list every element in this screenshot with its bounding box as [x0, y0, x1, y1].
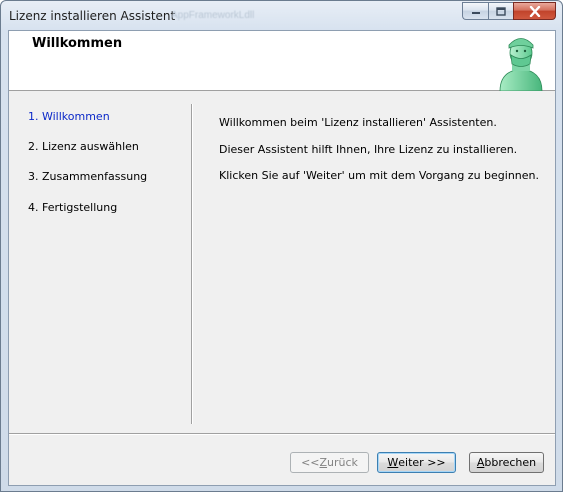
wizard-client-area: Willkommen 1. Willkommen 2. Lizenz auswä…: [8, 30, 556, 486]
title-bar[interactable]: Lizenz installieren Assistent AppFramewo…: [1, 1, 562, 31]
window-title: Lizenz installieren Assistent: [9, 9, 176, 23]
next-button[interactable]: Weiter >>: [377, 452, 456, 473]
step-item-summary: 3. Zusammenfassung: [28, 170, 148, 183]
maximize-icon: [496, 6, 506, 16]
back-button-label: urück: [327, 456, 358, 469]
minimize-button[interactable]: [462, 2, 488, 20]
minimize-icon: [471, 12, 480, 14]
cancel-button-label: bbrechen: [484, 456, 537, 469]
caption-buttons: [462, 2, 556, 22]
step-item-select-license: 2. Lizenz auswählen: [28, 140, 139, 153]
cancel-button[interactable]: Abbrechen: [469, 452, 544, 473]
content-line-welcome: Willkommen beim 'Lizenz installieren' As…: [219, 116, 497, 129]
cancel-button-mnemonic: A: [476, 456, 485, 469]
back-button-mnemonic: Z: [319, 456, 328, 469]
content-line-purpose: Dieser Assistent hilft Ihnen, Ihre Lizen…: [219, 143, 518, 156]
surgeon-person-icon: [499, 38, 543, 91]
vertical-divider: [191, 104, 193, 424]
back-button-prefix: <<: [301, 456, 320, 469]
step-item-completion: 4. Fertigstellung: [28, 201, 118, 214]
horizontal-divider: [9, 433, 555, 435]
step-item-welcome: 1. Willkommen: [28, 110, 110, 123]
wizard-window: Lizenz installieren Assistent AppFramewo…: [0, 0, 563, 492]
wizard-header: Willkommen: [9, 31, 555, 91]
next-button-mnemonic: W: [387, 456, 399, 469]
close-icon: [529, 5, 540, 17]
content-line-instruction: Klicken Sie auf 'Weiter' um mit dem Vorg…: [219, 169, 540, 182]
back-button[interactable]: << Zurück: [290, 452, 369, 473]
maximize-button[interactable]: [488, 2, 513, 20]
next-button-label: eiter >>: [398, 456, 446, 469]
window-title-ghost: AppFrameworkLdll: [171, 10, 255, 21]
page-title: Willkommen: [32, 36, 123, 51]
close-button[interactable]: [513, 2, 556, 20]
